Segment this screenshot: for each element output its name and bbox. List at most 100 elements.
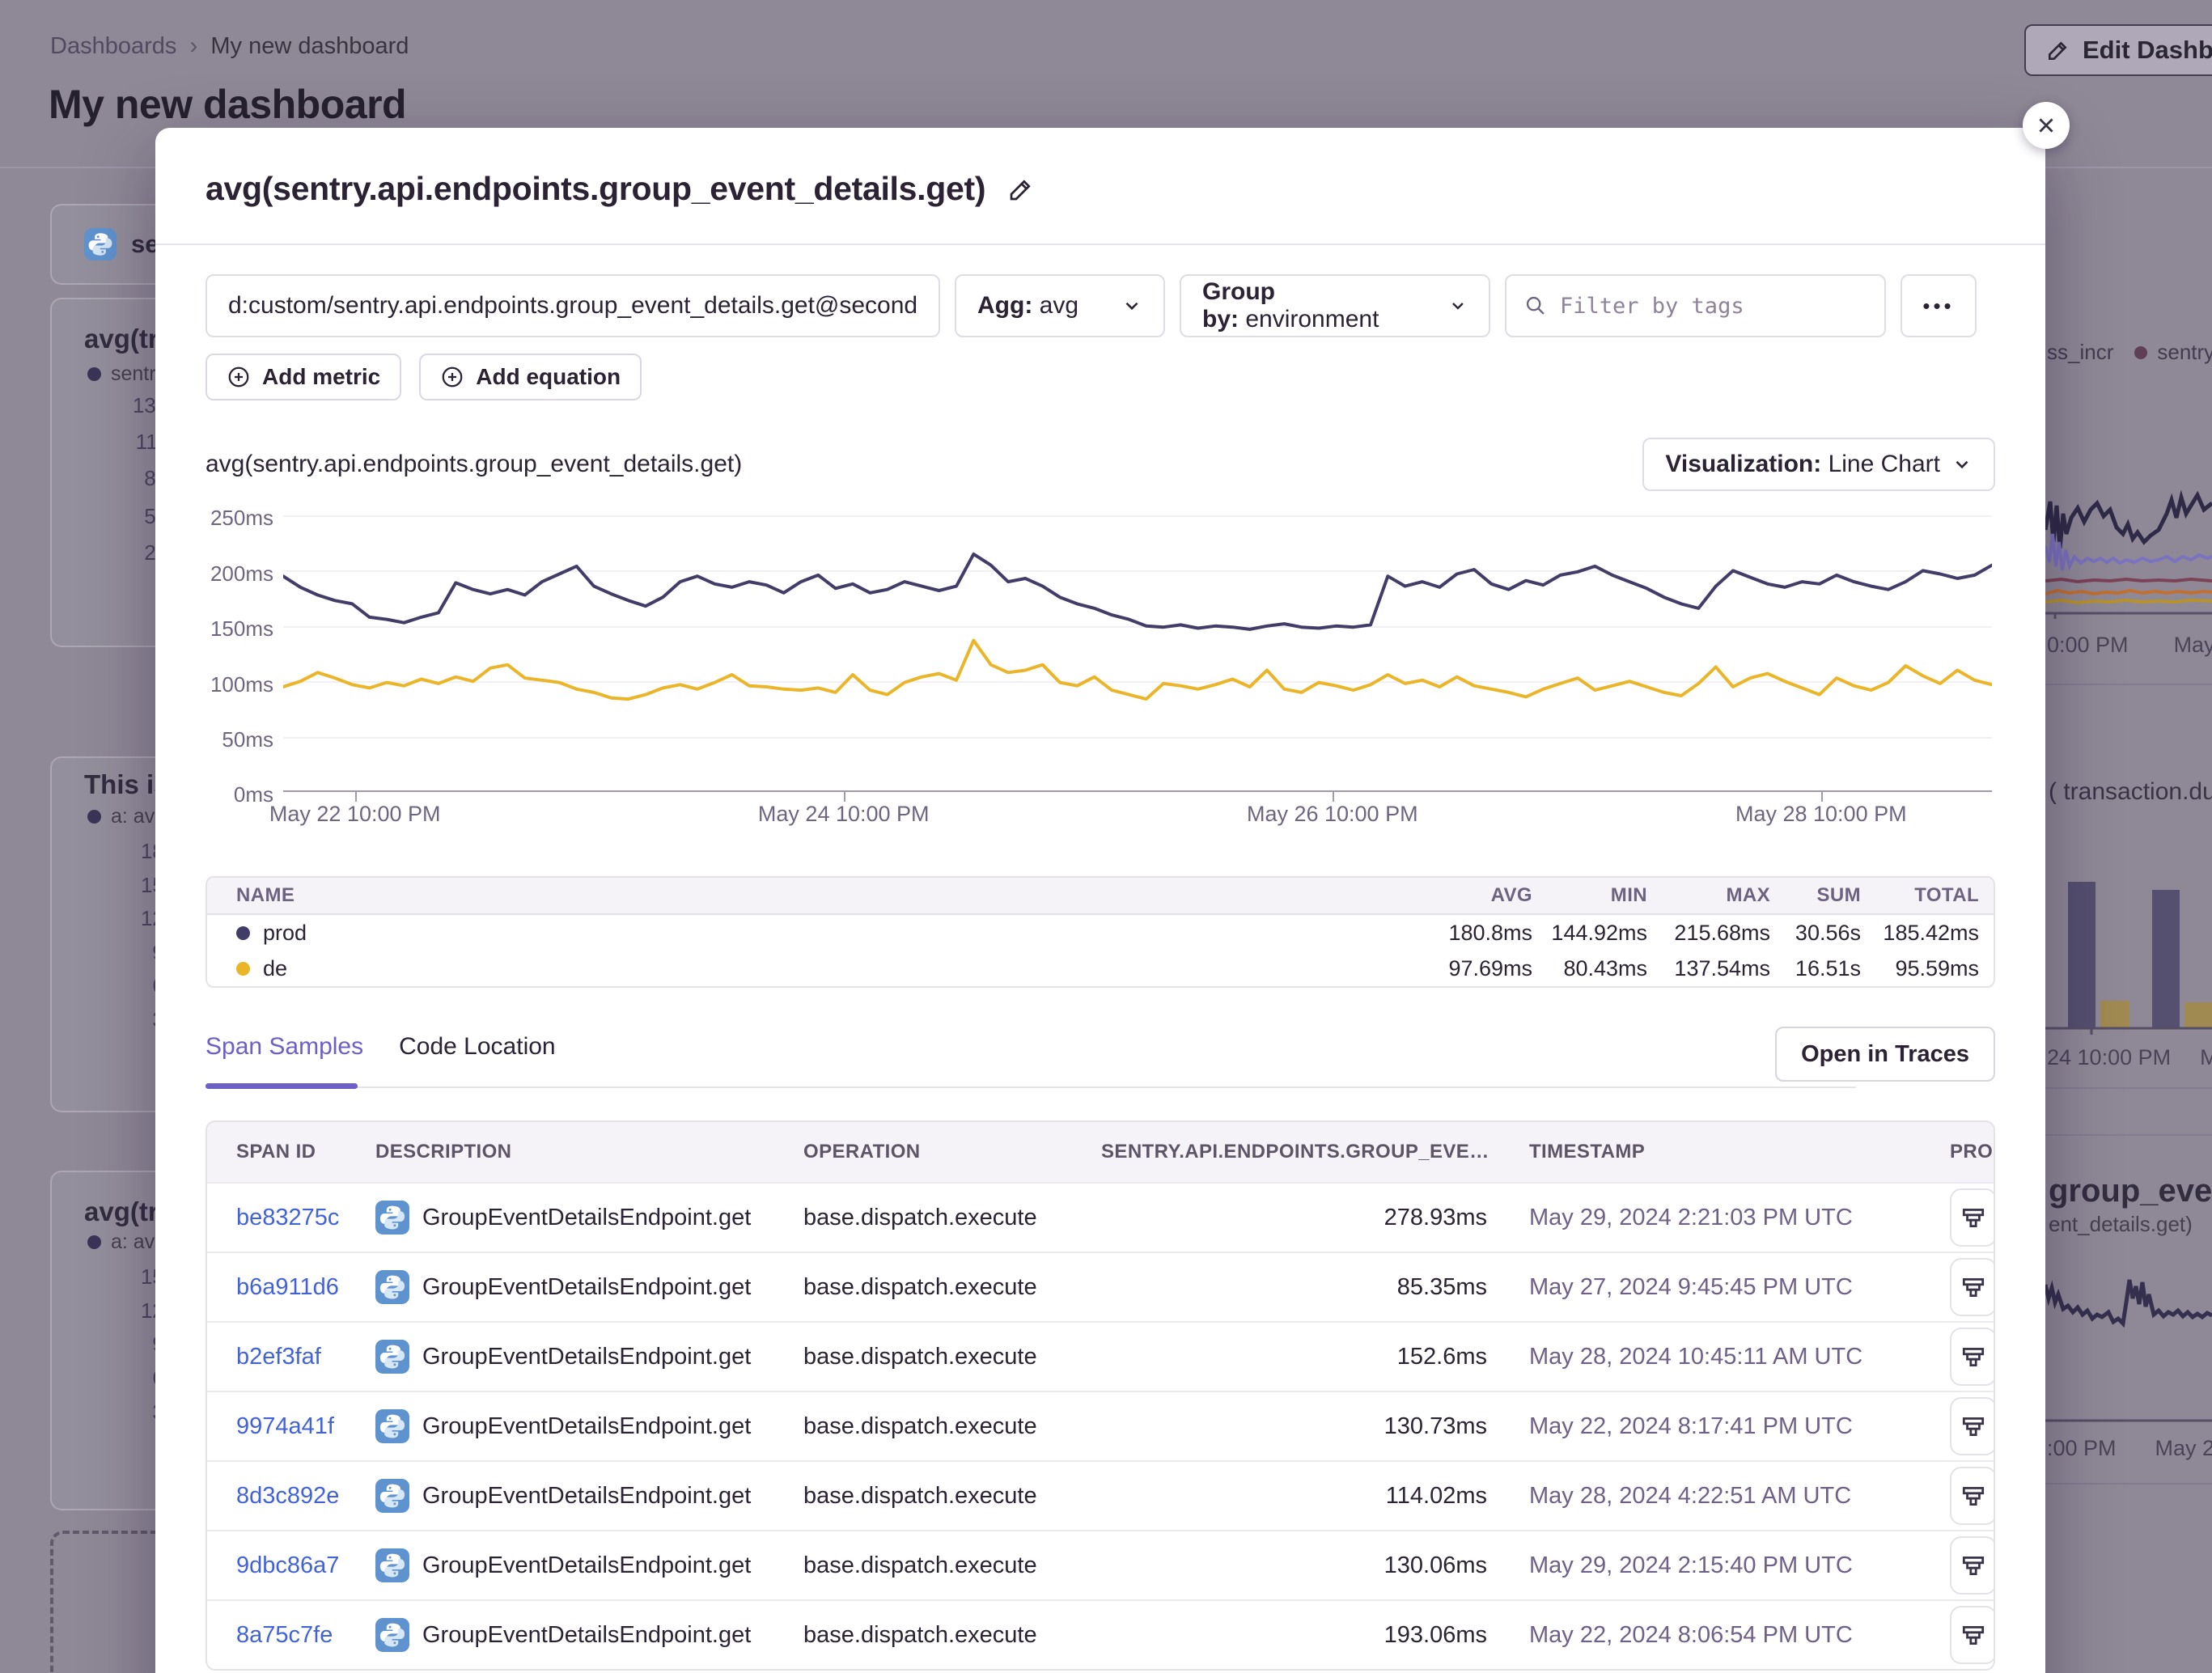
span-id-link[interactable]: be83275c: [236, 1205, 375, 1231]
tab-span-samples[interactable]: Span Samples: [206, 1033, 363, 1080]
span-duration: 130.73ms: [1101, 1413, 1529, 1440]
series-summary-table: NAME AVG MIN MAX SUM TOTAL prod 180.8ms …: [206, 876, 1995, 988]
metric-line-chart: 250ms 200ms 150ms 100ms 50ms 0ms May 22 …: [206, 515, 1995, 839]
profile-button[interactable]: [1950, 1606, 1995, 1664]
span-description: GroupEventDetailsEndpoint.get: [422, 1483, 751, 1510]
breadcrumb-separator-icon: ›: [189, 32, 197, 60]
span-operation: base.dispatch.execute: [803, 1552, 1101, 1579]
span-operation: base.dispatch.execute: [803, 1413, 1101, 1440]
profile-button[interactable]: [1950, 1397, 1995, 1455]
open-in-traces-button[interactable]: Open in Traces: [1775, 1027, 1995, 1082]
breadcrumb: Dashboards › My new dashboard: [50, 32, 409, 60]
span-samples-table: SPAN ID DESCRIPTION OPERATION SENTRY.API…: [206, 1120, 1995, 1671]
profile-button[interactable]: [1950, 1258, 1995, 1316]
profiling-flamegraph-icon: [1960, 1482, 1987, 1510]
span-duration: 193.06ms: [1101, 1622, 1529, 1649]
span-duration: 85.35ms: [1101, 1274, 1529, 1301]
profiling-flamegraph-icon: [1960, 1621, 1987, 1649]
chevron-down-icon: [1121, 295, 1142, 316]
span-description: GroupEventDetailsEndpoint.get: [422, 1413, 751, 1440]
group-by-dropdown[interactable]: Group by: environment: [1180, 274, 1490, 337]
table-row: 8a75c7fe GroupEventDetailsEndpoint.get b…: [207, 1599, 1994, 1669]
profile-button[interactable]: [1950, 1536, 1995, 1595]
python-icon: [375, 1618, 409, 1652]
table-row: b2ef3faf GroupEventDetailsEndpoint.get b…: [207, 1321, 1994, 1391]
add-metric-button[interactable]: Add metric: [206, 354, 401, 400]
profiling-flamegraph-icon: [1960, 1204, 1987, 1231]
series-dot: [2134, 346, 2147, 359]
span-duration: 278.93ms: [1101, 1205, 1529, 1231]
breadcrumb-current: My new dashboard: [210, 33, 409, 60]
metric-details-modal: avg(sentry.api.endpoints.group_event_det…: [155, 128, 2045, 1673]
span-timestamp: May 29, 2024 2:21:03 PM UTC: [1529, 1205, 1950, 1231]
summary-row-de[interactable]: de 97.69ms 80.43ms 137.54ms 16.51s 95.59…: [207, 951, 1994, 986]
metric-query-input[interactable]: d:custom/sentry.api.endpoints.group_even…: [206, 274, 940, 337]
plot-area[interactable]: May 22 10:00 PM May 24 10:00 PM May 26 1…: [283, 515, 1992, 792]
span-operation: base.dispatch.execute: [803, 1622, 1101, 1649]
span-description: GroupEventDetailsEndpoint.get: [422, 1622, 751, 1649]
profile-button[interactable]: [1950, 1328, 1995, 1386]
edit-title-icon[interactable]: [1006, 175, 1036, 204]
right-widget-title-3: group_event_: [2049, 1173, 2212, 1209]
span-duration: 114.02ms: [1101, 1483, 1529, 1510]
python-icon: [375, 1479, 409, 1513]
right-widget-legend: ss_incr sentry.t: [2047, 340, 2212, 365]
bar-chart-fragment: [2045, 870, 2212, 1036]
profiling-flamegraph-icon: [1960, 1343, 1987, 1370]
profiling-flamegraph-icon: [1960, 1273, 1987, 1301]
close-button[interactable]: [2023, 102, 2070, 149]
table-row: b6a911d6 GroupEventDetailsEndpoint.get b…: [207, 1252, 1994, 1321]
span-id-link[interactable]: 9974a41f: [236, 1413, 375, 1440]
chevron-down-icon: [1448, 295, 1468, 316]
right-widget-xaxis-2: 24 10:00 PMMay: [2047, 1045, 2212, 1070]
span-id-link[interactable]: 8d3c892e: [236, 1483, 375, 1510]
series-dot: [87, 810, 101, 824]
span-description: GroupEventDetailsEndpoint.get: [422, 1552, 751, 1579]
python-icon: [375, 1409, 409, 1443]
close-icon: [2036, 115, 2057, 136]
profiling-flamegraph-icon: [1960, 1413, 1987, 1440]
right-widget-label-2: ( transaction.duratio: [2049, 778, 2212, 806]
span-operation: base.dispatch.execute: [803, 1274, 1101, 1301]
right-widget-xaxis-3: :00 PMMay 26 1: [2047, 1436, 2212, 1461]
chart-series-label: avg(sentry.api.endpoints.group_event_det…: [206, 451, 742, 478]
right-widgets-strip: ss_incr sentry.t 0:00 PMMay 26 ( transac…: [2045, 0, 2212, 1673]
add-equation-button[interactable]: Add equation: [419, 354, 642, 400]
python-icon: [375, 1270, 409, 1304]
series-dot: [236, 926, 250, 940]
tab-code-location[interactable]: Code Location: [399, 1033, 555, 1080]
python-icon: [375, 1548, 409, 1582]
chevron-down-icon: [1951, 454, 1973, 475]
plus-circle-icon: [227, 365, 251, 389]
modal-title: avg(sentry.api.endpoints.group_event_det…: [206, 170, 985, 208]
span-description: GroupEventDetailsEndpoint.get: [422, 1344, 751, 1370]
breadcrumb-dashboards[interactable]: Dashboards: [50, 33, 176, 60]
span-timestamp: May 22, 2024 8:17:41 PM UTC: [1529, 1413, 1950, 1440]
active-tab-underline: [206, 1083, 358, 1089]
series-dot: [236, 962, 250, 976]
page-title: My new dashboard: [49, 81, 406, 128]
table-row: 8d3c892e GroupEventDetailsEndpoint.get b…: [207, 1460, 1994, 1530]
right-widget-legend-3: ent_details.get): [2049, 1212, 2193, 1237]
chart-svg: [283, 515, 1992, 792]
summary-row-prod[interactable]: prod 180.8ms 144.92ms 215.68ms 30.56s 18…: [207, 915, 1994, 951]
span-timestamp: May 29, 2024 2:15:40 PM UTC: [1529, 1552, 1950, 1579]
profile-button[interactable]: [1950, 1467, 1995, 1525]
line-chart-fragment: [2045, 1270, 2212, 1428]
profile-button[interactable]: [1950, 1188, 1995, 1247]
filter-by-tags-input[interactable]: Filter by tags: [1505, 274, 1886, 337]
multi-line-chart-fragment: [2045, 485, 2212, 619]
plus-circle-icon: [440, 365, 464, 389]
span-duration: 130.06ms: [1101, 1552, 1529, 1579]
samples-header-row: SPAN ID DESCRIPTION OPERATION SENTRY.API…: [207, 1122, 1994, 1182]
overflow-menu-button[interactable]: •••: [1901, 274, 1977, 337]
right-widget-xaxis-1: 0:00 PMMay 26: [2047, 633, 2212, 658]
table-row: 9974a41f GroupEventDetailsEndpoint.get b…: [207, 1391, 1994, 1460]
span-id-link[interactable]: b2ef3faf: [236, 1344, 375, 1370]
agg-dropdown[interactable]: Agg: avg: [955, 274, 1165, 337]
span-id-link[interactable]: 8a75c7fe: [236, 1622, 375, 1649]
span-id-link[interactable]: b6a911d6: [236, 1274, 375, 1301]
span-id-link[interactable]: 9dbc86a7: [236, 1552, 375, 1579]
modal-divider: [155, 244, 2045, 245]
visualization-dropdown[interactable]: Visualization: Line Chart: [1642, 438, 1995, 491]
